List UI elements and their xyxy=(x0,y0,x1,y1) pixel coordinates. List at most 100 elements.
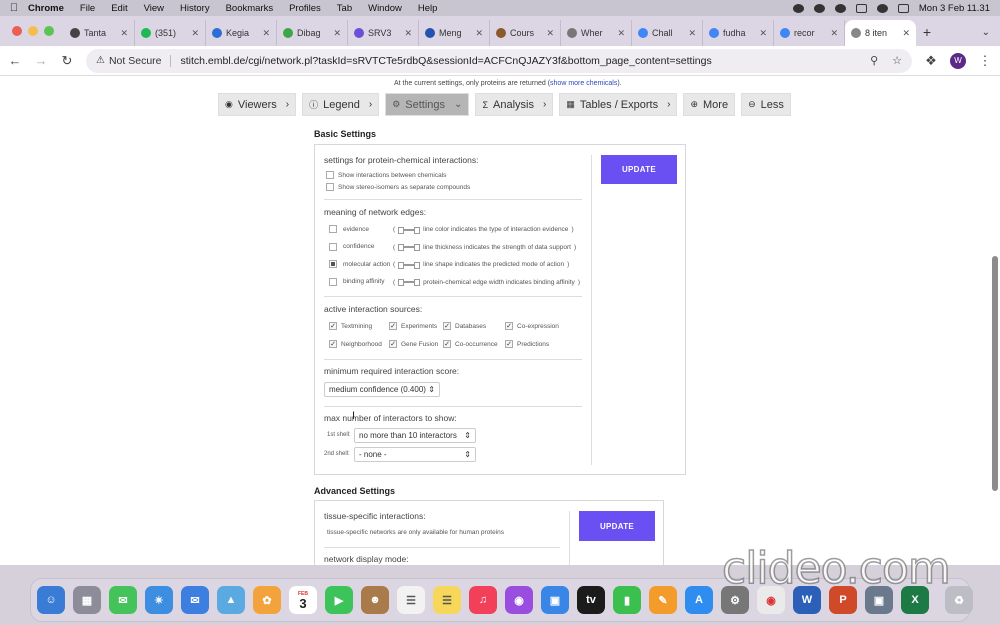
checkbox[interactable]: ✓ xyxy=(389,322,397,330)
browser-tab[interactable]: Meng ✕ xyxy=(419,20,490,46)
tab-close-icon[interactable]: ✕ xyxy=(546,28,554,39)
browser-tab[interactable]: Chall ✕ xyxy=(632,20,703,46)
tab-close-icon[interactable]: ✕ xyxy=(191,28,199,39)
maps-icon[interactable]: ▲ xyxy=(217,586,245,614)
minimize-window-icon[interactable] xyxy=(28,26,38,36)
apple-tv-icon[interactable]: tv xyxy=(577,586,605,614)
shell2-select[interactable]: - none - ⇕ xyxy=(354,447,476,462)
checkbox[interactable]: ✓ xyxy=(443,322,451,330)
browser-tab[interactable]: 8 iten ✕ xyxy=(845,20,916,46)
tab-close-icon[interactable]: ✕ xyxy=(759,28,767,39)
tab-close-icon[interactable]: ✕ xyxy=(333,28,341,39)
browser-tab[interactable]: Dibag ✕ xyxy=(277,20,348,46)
pc-option-stereo[interactable]: Show stereo-isomers as separate compound… xyxy=(326,183,470,191)
clock[interactable]: Mon 3 Feb 11.31 xyxy=(919,3,990,14)
menu-history[interactable]: History xyxy=(180,3,210,14)
messages-icon[interactable]: ✉ xyxy=(109,586,137,614)
tab-close-icon[interactable]: ✕ xyxy=(830,28,838,39)
launchpad-icon[interactable]: ▦ xyxy=(73,586,101,614)
checkbox[interactable] xyxy=(329,225,337,233)
wifi-icon[interactable] xyxy=(876,3,888,13)
source-option[interactable]: ✓ Databases xyxy=(443,322,486,330)
menu-profiles[interactable]: Profiles xyxy=(289,3,321,14)
app-store-icon[interactable]: A xyxy=(685,586,713,614)
tab-close-icon[interactable]: ✕ xyxy=(262,28,270,39)
menu-tab[interactable]: Tab xyxy=(337,3,352,14)
source-option[interactable]: ✓ Experiments xyxy=(389,322,437,330)
pages-icon[interactable]: ✎ xyxy=(649,586,677,614)
source-option[interactable]: ✓ Neighborhood xyxy=(329,340,382,348)
record-icon[interactable] xyxy=(792,3,804,13)
keynote-icon[interactable]: ▣ xyxy=(541,586,569,614)
podcasts-icon[interactable]: ◉ xyxy=(505,586,533,614)
apple-icon[interactable]:  xyxy=(0,2,28,14)
edge-option[interactable]: binding affinity xyxy=(329,277,384,286)
browser-menu-icon[interactable]: ⋮ xyxy=(978,53,992,69)
pc-option-chemicals[interactable]: Show interactions between chemicals xyxy=(326,171,446,179)
edge-option[interactable]: confidence xyxy=(329,242,374,251)
browser-tab[interactable]: SRV3 ✕ xyxy=(348,20,419,46)
control-center-icon[interactable] xyxy=(897,3,909,13)
back-button[interactable]: ← xyxy=(8,53,22,68)
menu-file[interactable]: File xyxy=(80,3,95,14)
tab-close-icon[interactable]: ✕ xyxy=(404,28,412,39)
browser-tab[interactable]: Wher ✕ xyxy=(561,20,632,46)
source-option[interactable]: ✓ Predictions xyxy=(505,340,549,348)
zoom-icon[interactable]: ⚲ xyxy=(870,54,878,67)
contacts-icon[interactable]: ☻ xyxy=(361,586,389,614)
browser-tab[interactable]: Tanta ✕ xyxy=(64,20,135,46)
shell1-select[interactable]: no more than 10 interactors ⇕ xyxy=(354,428,476,443)
notes-icon[interactable]: ☰ xyxy=(433,586,461,614)
nav-viewers-button[interactable]: ◉ Viewers › xyxy=(218,93,297,116)
source-option[interactable]: ✓ Gene Fusion xyxy=(389,340,438,348)
score-select[interactable]: medium confidence (0.400) ⇕ xyxy=(324,382,440,397)
address-bar[interactable]: ⚠ Not Secure stitch.embl.de/cgi/network.… xyxy=(86,48,912,73)
finder-icon[interactable]: ☺ xyxy=(37,586,65,614)
source-option[interactable]: ✓ Textmining xyxy=(329,322,372,330)
music-icon[interactable]: ♫ xyxy=(469,586,497,614)
basic-update-button[interactable]: UPDATE xyxy=(601,155,677,184)
zoom-window-icon[interactable] xyxy=(44,26,54,36)
close-window-icon[interactable] xyxy=(12,26,22,36)
bookmark-star-icon[interactable]: ☆ xyxy=(892,54,902,67)
menu-view[interactable]: View xyxy=(144,3,164,14)
browser-tab[interactable]: (351) ✕ xyxy=(135,20,206,46)
source-option[interactable]: ✓ Co-expression xyxy=(505,322,559,330)
nav-analysis-button[interactable]: Σ Analysis › xyxy=(475,93,554,116)
checkbox[interactable]: ✓ xyxy=(505,322,513,330)
tab-close-icon[interactable]: ✕ xyxy=(688,28,696,39)
reload-button[interactable]: ↻ xyxy=(60,53,74,69)
nav-legend-button[interactable]: ⓘ Legend › xyxy=(302,93,380,116)
menu-edit[interactable]: Edit xyxy=(111,3,127,14)
tab-close-icon[interactable]: ✕ xyxy=(120,28,128,39)
facetime-icon[interactable]: ▶ xyxy=(325,586,353,614)
tab-close-icon[interactable]: ✕ xyxy=(902,28,910,39)
menu-bookmarks[interactable]: Bookmarks xyxy=(226,3,274,14)
advanced-update-button[interactable]: UPDATE xyxy=(579,511,655,541)
checkbox[interactable] xyxy=(326,171,334,179)
nav-tables-exports-button[interactable]: ▦ Tables / Exports › xyxy=(559,93,678,116)
page-scrollbar[interactable] xyxy=(992,256,998,491)
tab-close-icon[interactable]: ✕ xyxy=(617,28,625,39)
checkbox[interactable]: ✓ xyxy=(443,340,451,348)
checkbox[interactable]: ✓ xyxy=(505,340,513,348)
menu-help[interactable]: Help xyxy=(418,3,438,14)
new-tab-button[interactable]: + xyxy=(916,24,938,46)
nav-less-button[interactable]: ⊖ Less xyxy=(741,93,791,116)
show-more-chemicals-link[interactable]: show more chemicals xyxy=(550,80,617,87)
photos-icon[interactable]: ✿ xyxy=(253,586,281,614)
battery-icon[interactable] xyxy=(855,3,867,13)
edge-option[interactable]: evidence xyxy=(329,225,369,233)
checkbox[interactable] xyxy=(329,277,337,286)
edge-option[interactable]: molecular action xyxy=(329,260,390,268)
checkbox[interactable] xyxy=(329,260,337,268)
mail-icon[interactable]: ✉ xyxy=(181,586,209,614)
checkbox[interactable] xyxy=(326,183,334,191)
profile-avatar[interactable]: W xyxy=(950,52,966,69)
sync-icon[interactable] xyxy=(834,3,846,13)
menu-window[interactable]: Window xyxy=(368,3,402,14)
checkbox[interactable]: ✓ xyxy=(329,322,337,330)
chrome-status-icon[interactable] xyxy=(813,3,825,13)
numbers-icon[interactable]: ▮ xyxy=(613,586,641,614)
browser-tab[interactable]: fudha ✕ xyxy=(703,20,774,46)
